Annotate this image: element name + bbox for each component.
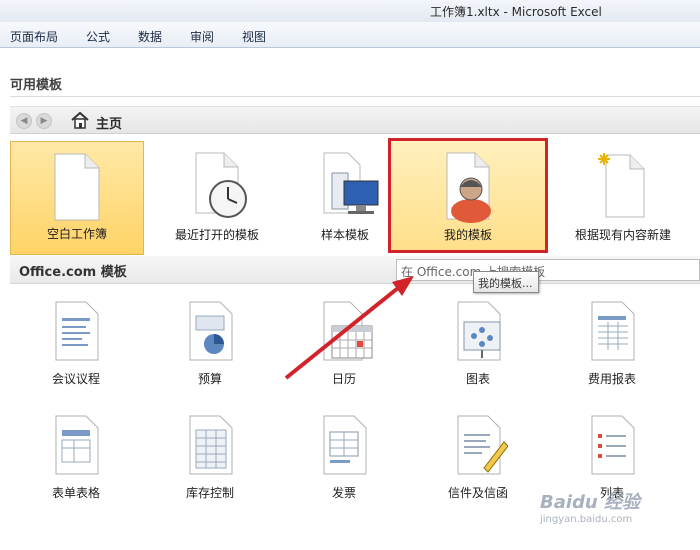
- annotation-arrow: [284, 276, 414, 380]
- baidu-watermark: Baidu 经验 jingyan.baidu.com: [540, 488, 690, 538]
- watermark-brand: Baidu 经验: [540, 492, 641, 513]
- watermark-url: jingyan.baidu.com: [540, 514, 633, 525]
